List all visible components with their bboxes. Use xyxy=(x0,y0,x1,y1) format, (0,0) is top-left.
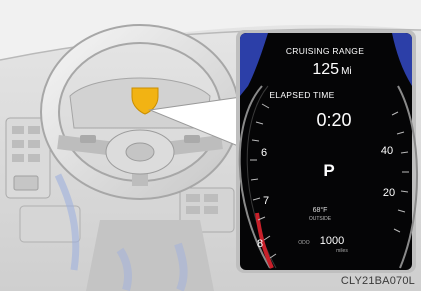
odometer-prefix: ODO xyxy=(298,240,310,246)
cruising-range-label: CRUISING RANGE xyxy=(286,46,364,56)
elapsed-time-label: ELAPSED TIME xyxy=(269,90,334,100)
tach-label-7: 7 xyxy=(263,195,269,207)
tach-label-8: 8 xyxy=(257,238,263,250)
figure-code: CLY21BA070L xyxy=(340,275,415,287)
tach-label-6: 6 xyxy=(261,147,267,159)
multi-information-display: CRUISING RANGE 125 Mi ELAPSED TIME 0:20 P… xyxy=(236,30,418,273)
outside-temp-value: 68°F xyxy=(313,206,328,214)
gear-indicator: P xyxy=(323,161,334,180)
elapsed-time-value: 0:20 xyxy=(316,110,351,130)
odometer-value: 1000 xyxy=(320,235,344,247)
dashboard-illustration: CRUISING RANGE 125 Mi ELAPSED TIME 0:20 P… xyxy=(0,0,421,291)
cruising-range-unit: Mi xyxy=(341,66,352,77)
speed-label-40: 40 xyxy=(381,145,393,157)
cruising-range-value: 125 xyxy=(312,61,339,78)
speed-label-20: 20 xyxy=(383,187,395,199)
outside-temp-label: OUTSIDE xyxy=(309,216,332,222)
odometer-unit: miles xyxy=(336,248,348,254)
